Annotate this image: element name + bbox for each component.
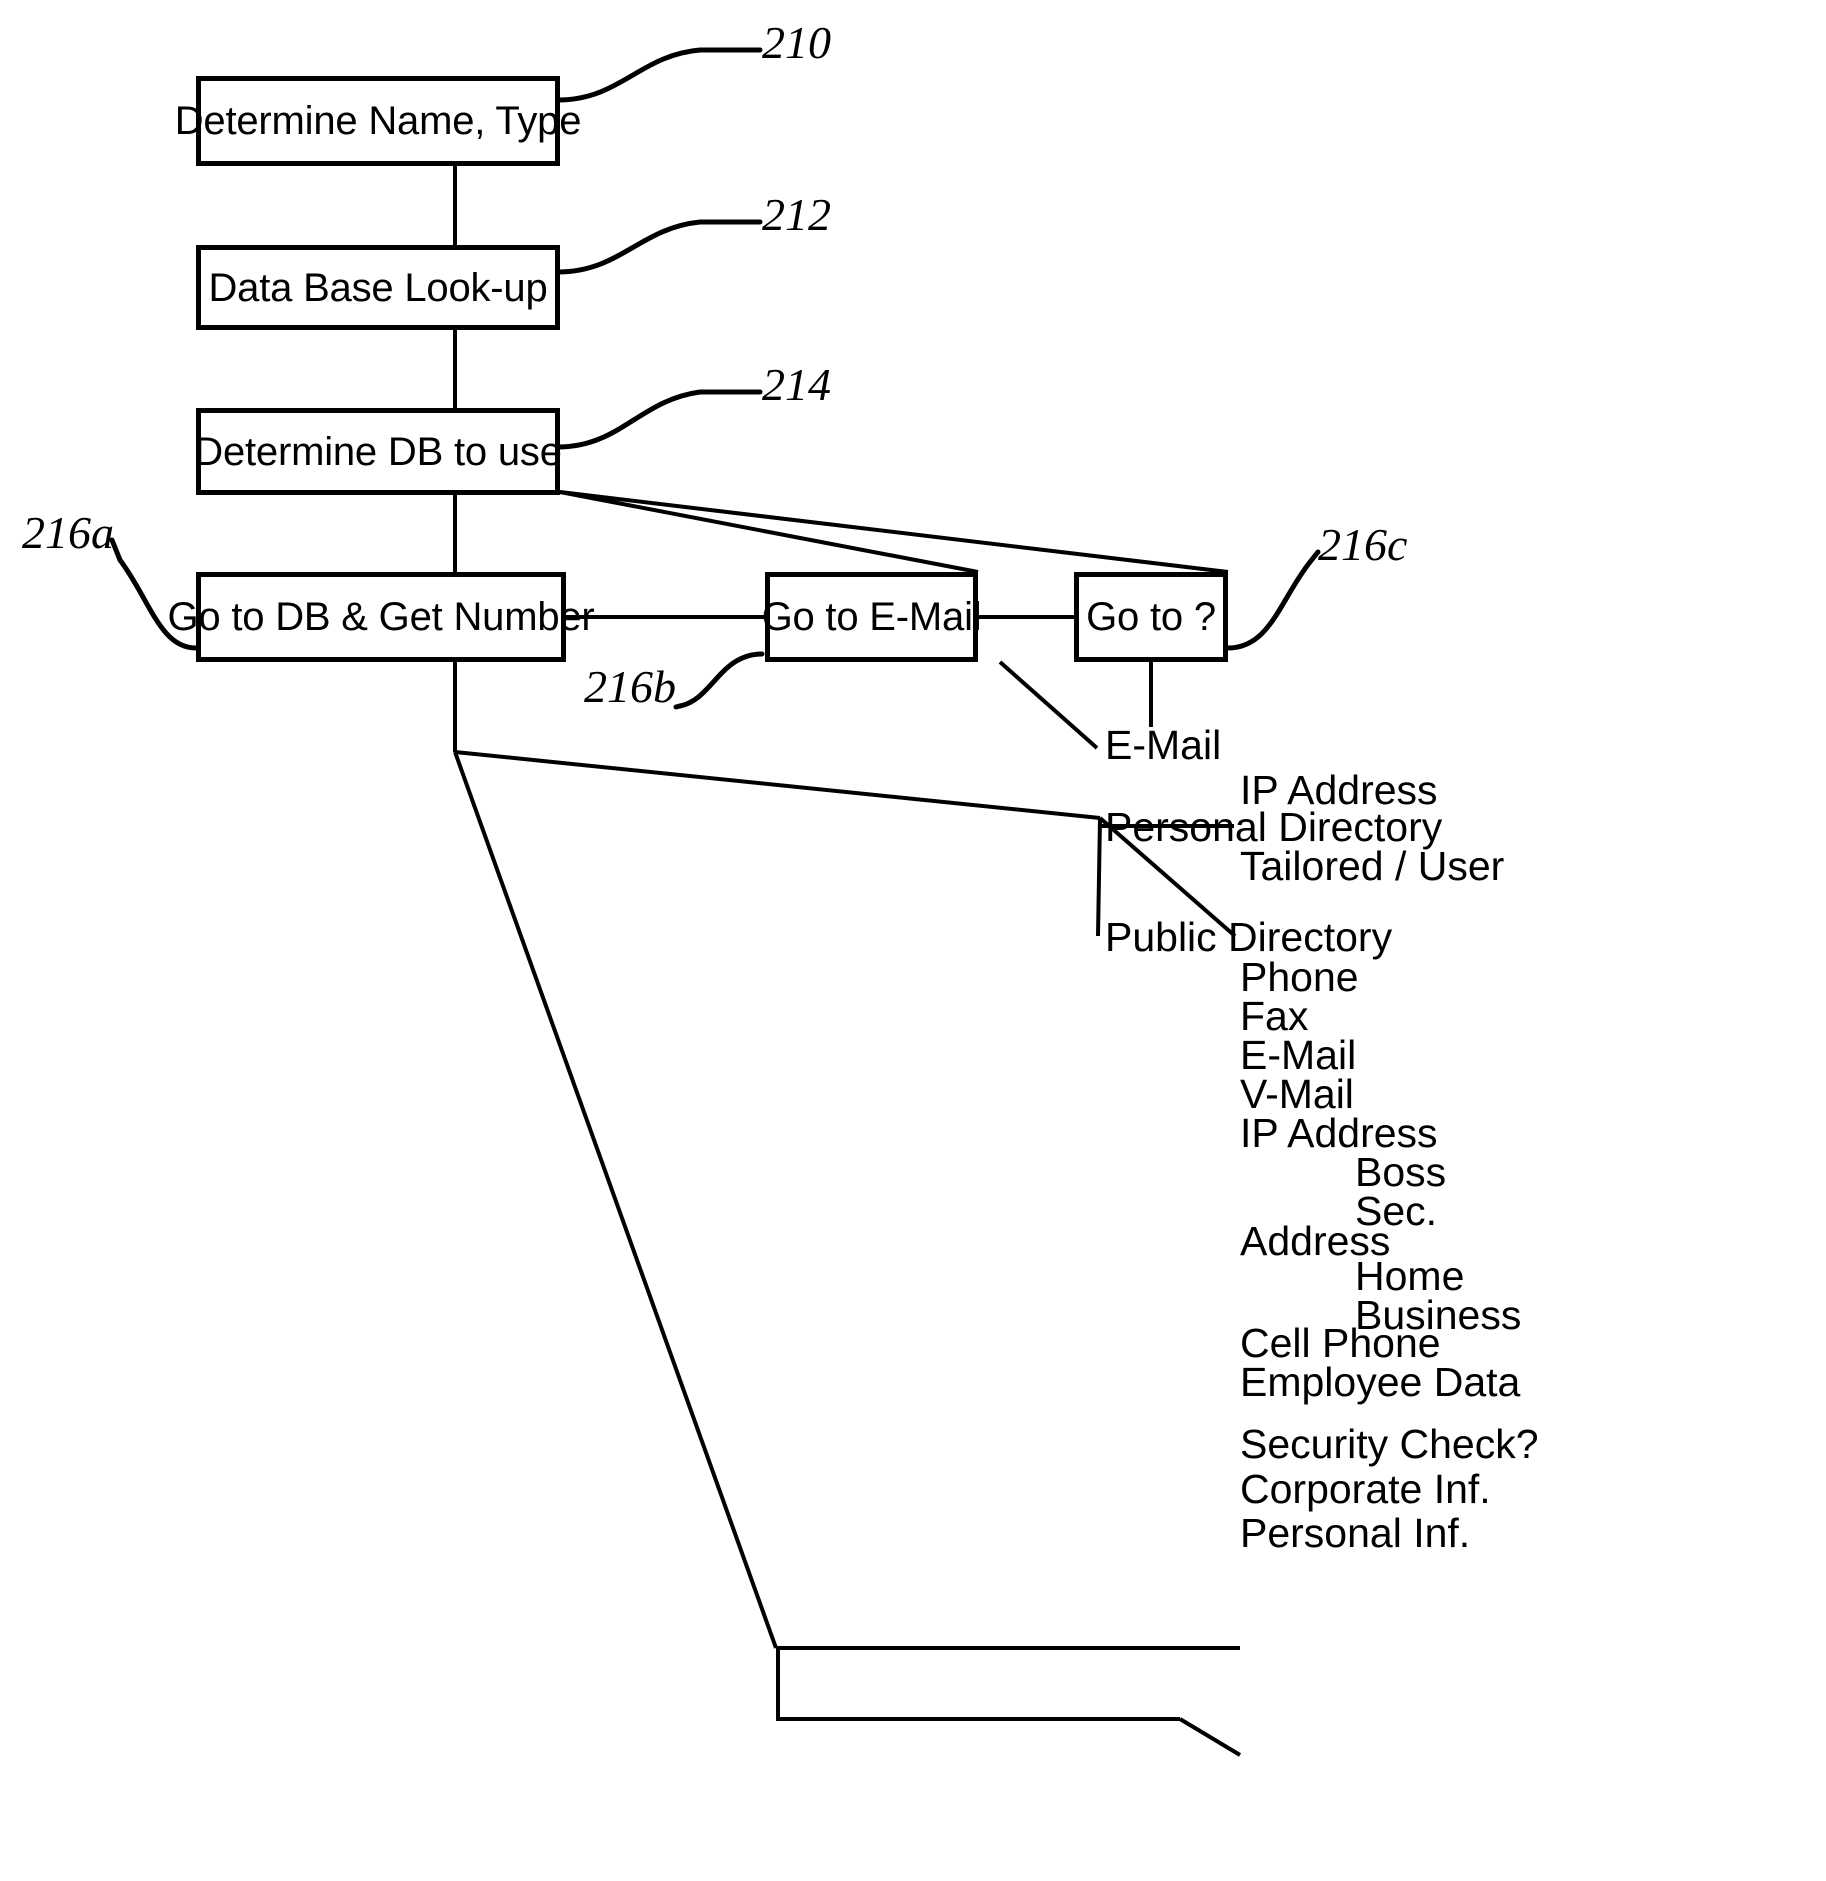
- leaf-phone: Phone: [1240, 954, 1359, 1000]
- leaf-tailored-user: Tailored / User: [1240, 843, 1505, 889]
- ref-numeral-216c: 216c: [1318, 519, 1408, 570]
- fan-214-to-216b: [559, 490, 979, 574]
- lead-216b-email: [998, 660, 1099, 750]
- branch-personal-a: [454, 750, 1101, 820]
- leaf-corporate-inf: Corporate Inf.: [1240, 1466, 1491, 1512]
- leaf-public-directory: Public Directory: [1105, 914, 1393, 960]
- leader-212: [555, 219, 763, 275]
- node-determine-name-type[interactable]: Determine Name, Type: [175, 76, 581, 166]
- node-data-base-lookup[interactable]: Data Base Look-up: [196, 245, 560, 330]
- node-go-to-question[interactable]: Go to ?: [1074, 572, 1228, 662]
- node-go-to-db-get-number-label: Go to DB & Get Number: [167, 595, 595, 639]
- leaf-email: E-Mail: [1240, 1032, 1357, 1078]
- ref-numeral-216a: 216a: [22, 507, 114, 558]
- node-data-base-lookup-label: Data Base Look-up: [208, 265, 548, 310]
- leaf-personal-directory: Personal Directory: [1105, 804, 1443, 850]
- node-go-to-email[interactable]: Go to E-Mail: [762, 572, 982, 662]
- bracket-tail: [1178, 1717, 1242, 1757]
- leaf-vmail: V-Mail: [1240, 1071, 1354, 1117]
- branch-long-diagonal: [453, 751, 778, 1649]
- leaf-home: Home: [1355, 1253, 1465, 1299]
- node-go-to-email-label: Go to E-Mail: [761, 595, 982, 639]
- fan-214-to-216c: [559, 490, 1229, 574]
- leader-216c: [1225, 549, 1321, 651]
- branch-public-rev: [1096, 817, 1102, 937]
- leader-214: [555, 389, 763, 450]
- leaf-ip-address-public: IP Address: [1240, 1110, 1438, 1156]
- leaf-boss: Boss: [1355, 1149, 1447, 1195]
- leaf-personal-inf: Personal Inf.: [1240, 1510, 1471, 1556]
- leaf-security-check: Security Check?: [1240, 1421, 1539, 1467]
- ref-numeral-212: 212: [762, 189, 831, 240]
- node-go-to-question-label: Go to ?: [1086, 595, 1216, 639]
- leader-216b: [673, 651, 765, 710]
- leaf-cell-phone: Cell Phone: [1240, 1320, 1441, 1366]
- node-determine-db-to-use-label: Determine DB to use: [194, 429, 562, 474]
- ref-numeral-216b: 216b: [584, 661, 676, 712]
- node-determine-name-type-label: Determine Name, Type: [174, 99, 582, 143]
- node-go-to-db-get-number[interactable]: Go to DB & Get Number: [167, 572, 595, 662]
- node-determine-db-to-use[interactable]: Determine DB to use: [194, 408, 562, 495]
- leader-210: [555, 47, 763, 103]
- leaf-fax: Fax: [1240, 993, 1309, 1039]
- patent-figure: Determine Name, Type Data Base Look-up D…: [0, 0, 1826, 1881]
- leaf-employee-data: Employee Data: [1240, 1359, 1521, 1405]
- ref-numeral-214: 214: [762, 359, 831, 410]
- ref-numeral-210: 210: [762, 17, 831, 68]
- leaf-email-from-go-to-question: E-Mail: [1105, 722, 1222, 768]
